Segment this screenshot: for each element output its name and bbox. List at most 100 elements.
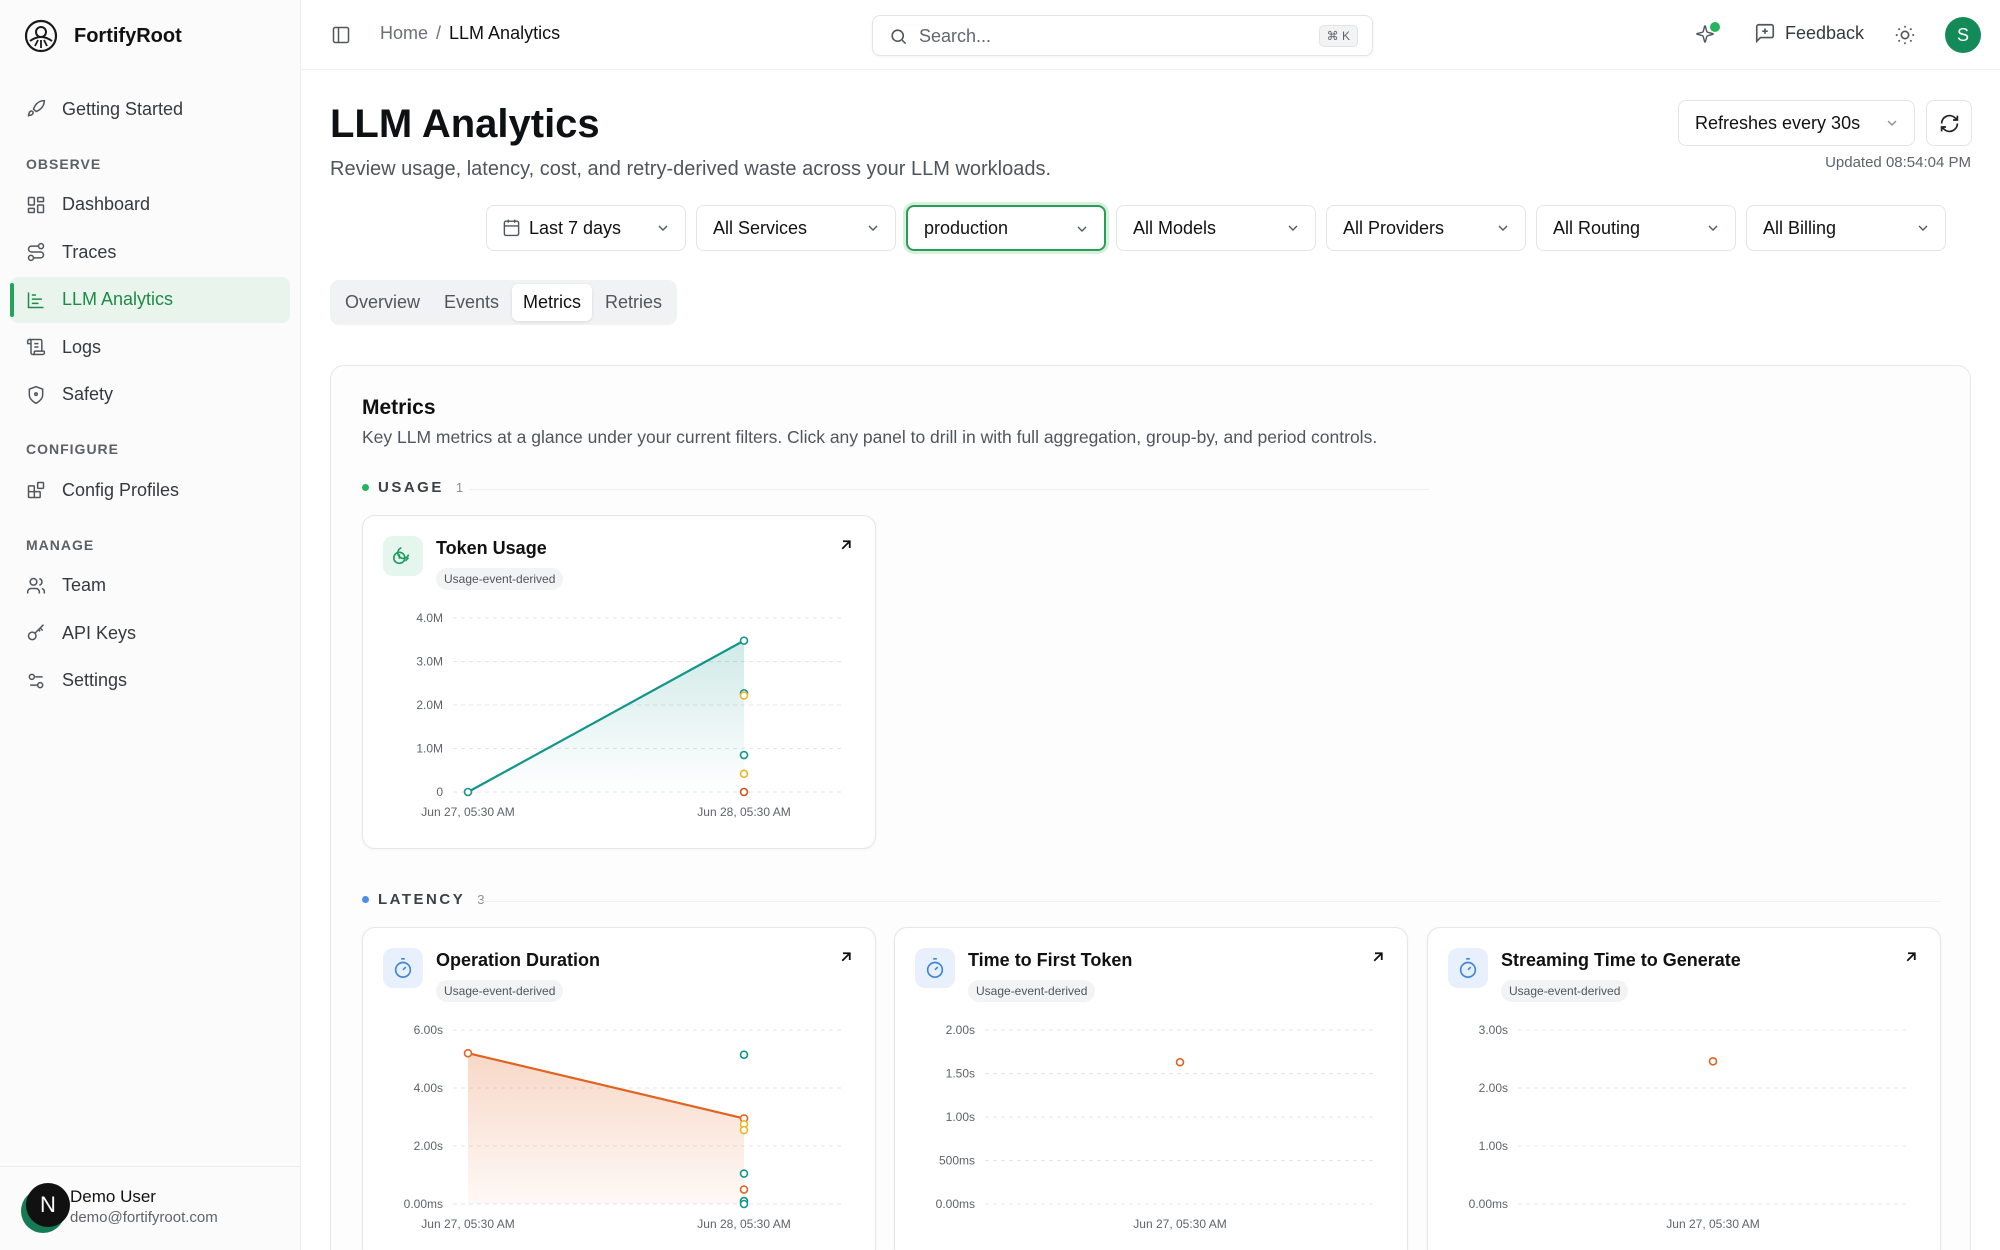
panel-badge: Usage-event-derived <box>436 568 564 590</box>
environment-value: production <box>924 218 1009 238</box>
panel-badge: Usage-event-derived <box>436 980 564 1002</box>
tab-metrics[interactable]: Metrics <box>512 284 593 321</box>
fortifyroot-logo-icon <box>24 19 58 53</box>
streaming-panel[interactable]: Streaming Time to Generate Usage-event-d… <box>1427 927 1941 1250</box>
sidebar-item-llm-analytics[interactable]: LLM Analytics <box>10 276 290 323</box>
usage-count: 1 <box>455 480 464 495</box>
key-icon <box>27 624 45 641</box>
y-tick-label: 500ms <box>939 1154 975 1168</box>
scroll-icon <box>26 338 46 356</box>
y-tick-label: 3.0M <box>416 655 443 669</box>
sidebar-item-settings[interactable]: Settings <box>10 658 290 704</box>
timer-icon-wrap <box>915 948 955 988</box>
data-point <box>739 787 749 797</box>
x-tick-label: Jun 28, 05:30 AM <box>697 1217 790 1231</box>
chevron-down-icon <box>1708 225 1718 231</box>
latency-divider <box>481 901 1941 902</box>
sidebar-nav: Getting Started OBSERVE Dashboard Traces… <box>10 86 290 705</box>
environment-filter[interactable]: production <box>906 205 1106 251</box>
sidebar-item-traces[interactable]: Traces <box>10 229 290 275</box>
breadcrumb: Home / LLM Analytics <box>380 23 560 44</box>
user-name: Demo User <box>70 1187 156 1206</box>
brand[interactable]: FortifyRoot <box>24 18 182 54</box>
sidebar-toggle-icon[interactable] <box>331 25 351 45</box>
models-filter[interactable]: All Models <box>1116 205 1316 251</box>
x-tick-label: Jun 27, 05:30 AM <box>1666 1217 1759 1231</box>
metrics-description: Key LLM metrics at a glance under your c… <box>362 427 1378 447</box>
ttft-chart: 2.00s 1.50s 1.00s 500ms 0.00ms Jun 27, 05:30 … <box>936 1023 1375 1231</box>
y-tick-label: 2.00s <box>946 1023 975 1037</box>
rocket-icon <box>27 99 46 117</box>
tab-events[interactable]: Events <box>433 284 510 321</box>
refresh-button[interactable] <box>1926 100 1972 146</box>
user-profile[interactable]: N Demo User demo@fortifyroot.com <box>0 1166 300 1250</box>
models-value: All Models <box>1133 218 1217 238</box>
user-avatar[interactable]: N <box>26 1183 70 1227</box>
account-avatar[interactable]: S <box>1945 17 1981 53</box>
sidebar-item-safety[interactable]: Safety <box>10 372 290 418</box>
operation-duration-panel[interactable]: Operation Duration Usage-event-derived 6… <box>362 927 876 1250</box>
breadcrumb-home[interactable]: Home <box>380 23 428 44</box>
y-tick-label: 2.00s <box>414 1139 443 1153</box>
y-tick-label: 0.00ms <box>1469 1197 1508 1211</box>
data-point <box>739 691 749 700</box>
expand-arrow-icon[interactable] <box>837 948 855 966</box>
sun-icon[interactable] <box>1894 24 1916 46</box>
expand-arrow-icon[interactable] <box>1369 948 1387 966</box>
providers-filter[interactable]: All Providers <box>1326 205 1526 251</box>
expand-arrow-icon[interactable] <box>1902 948 1920 966</box>
section-usage-label: USAGE 1 <box>362 479 463 496</box>
streaming-chart: 3.00s 2.00s 1.00s 0.00ms Jun 27, 05:30 AM <box>1469 1023 1908 1231</box>
sliders-icon <box>28 673 44 688</box>
y-tick-label: 0 <box>436 785 443 799</box>
providers-value: All Providers <box>1343 218 1445 238</box>
panel-badge: Usage-event-derived <box>968 980 1096 1002</box>
sidebar-item-api-keys[interactable]: API Keys <box>10 610 290 656</box>
billing-filter[interactable]: All Billing <box>1746 205 1946 251</box>
panel-badge: Usage-event-derived <box>1501 980 1629 1002</box>
y-tick-label: 3.00s <box>1479 1023 1508 1037</box>
data-point <box>739 750 749 760</box>
date-range-filter[interactable]: Last 7 days <box>486 205 686 251</box>
y-tick-label: 1.50s <box>946 1067 975 1081</box>
token-usage-panel[interactable]: Token Usage Usage-event-derived 4.0M 3.0M… <box>362 515 876 849</box>
data-point <box>739 636 749 645</box>
blocks-icon <box>27 481 45 499</box>
sidebar-item-logs[interactable]: Logs <box>10 324 290 370</box>
sidebar-item-config-profiles[interactable]: Config Profiles <box>10 467 290 513</box>
feedback-label: Feedback <box>1785 22 1865 43</box>
expand-arrow-icon[interactable] <box>837 536 855 554</box>
sidebar-item-getting-started[interactable]: Getting Started <box>10 86 290 132</box>
sidebar-item-dashboard[interactable]: Dashboard <box>10 182 290 228</box>
search-input[interactable]: Search... ⌘ K <box>872 15 1373 56</box>
chevron-down-icon <box>868 225 878 231</box>
tab-overview[interactable]: Overview <box>334 284 431 321</box>
sidebar: FortifyRoot Getting Started OBSERVE Dash… <box>0 0 301 1250</box>
data-point <box>463 1048 473 1058</box>
x-tick-label: Jun 27, 05:30 AM <box>421 805 514 819</box>
panel-title: Time to First Token <box>968 950 1133 970</box>
token-icon-wrap <box>383 536 423 576</box>
y-tick-label: 1.00s <box>946 1110 975 1124</box>
search-placeholder: Search... <box>919 26 992 46</box>
routing-filter[interactable]: All Routing <box>1536 205 1736 251</box>
message-plus-icon <box>1755 23 1775 44</box>
timer-icon-wrap <box>1448 948 1488 988</box>
feedback-button[interactable]: Feedback <box>1754 22 1864 44</box>
services-filter[interactable]: All Services <box>696 205 896 251</box>
page-title: LLM Analytics <box>330 102 600 146</box>
sidebar-item-label: Dashboard <box>62 194 151 214</box>
x-tick-label: Jun 27, 05:30 AM <box>1133 1217 1226 1231</box>
tab-retries[interactable]: Retries <box>594 284 673 321</box>
refresh-interval-select[interactable]: Refreshes every 30s <box>1678 100 1915 146</box>
date-range-value: Last 7 days <box>529 218 622 238</box>
operation-duration-chart: 6.00s 4.00s 2.00s 0.00ms Jun 27, 05:30 AM Jun… <box>404 1023 843 1231</box>
sidebar-item-team[interactable]: Team <box>10 563 290 609</box>
data-point <box>739 1050 749 1059</box>
y-tick-label: 2.00s <box>1479 1081 1508 1095</box>
refresh-interval-label: Refreshes every 30s <box>1695 113 1861 133</box>
ttft-panel[interactable]: Time to First Token Usage-event-derived … <box>894 927 1408 1250</box>
notification-dot <box>1710 22 1720 32</box>
services-value: All Services <box>713 218 808 238</box>
latency-count: 3 <box>477 892 485 907</box>
